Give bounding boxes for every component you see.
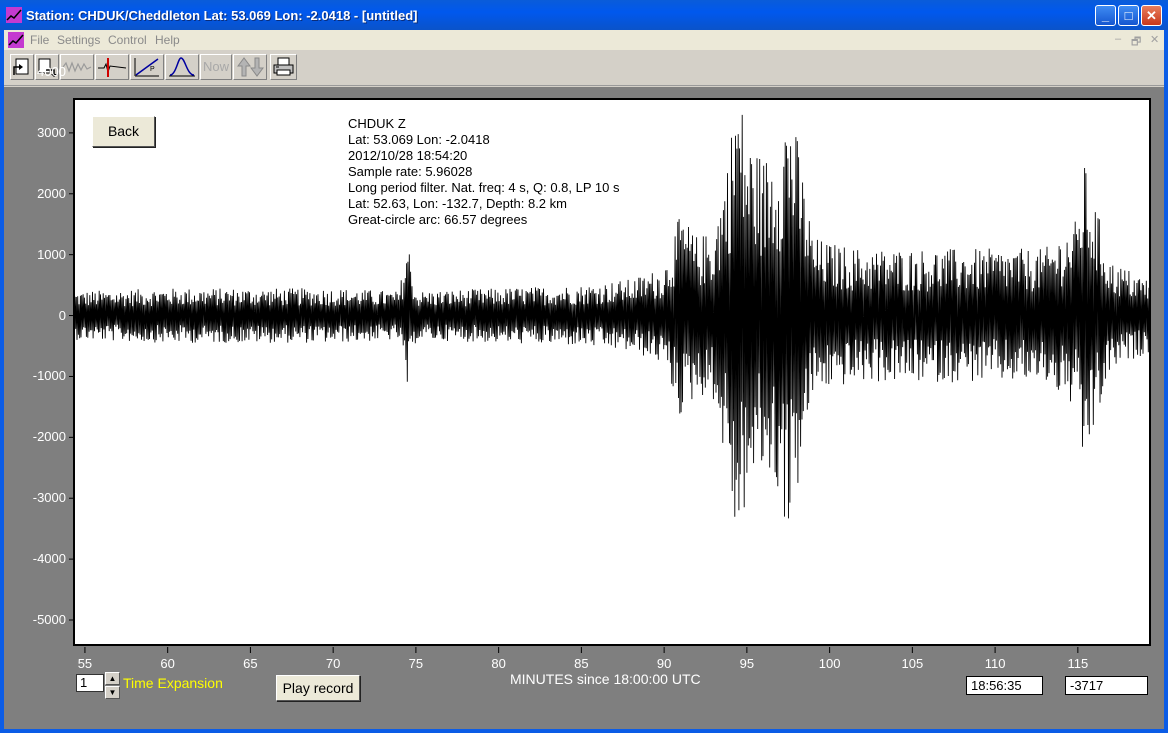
- x-axis-label: MINUTES since 18:00:00 UTC: [510, 671, 701, 687]
- window-title: Station: CHDUK/Cheddleton Lat: 53.069 Lo…: [26, 8, 418, 23]
- time-expansion-label: Time Expansion: [123, 675, 223, 691]
- info-line: Lat: 52.63, Lon: -132.7, Depth: 8.2 km: [348, 196, 567, 211]
- amplitude-readout: -3717: [1065, 676, 1148, 695]
- info-line: 2012/10/28 18:54:20: [348, 148, 468, 163]
- now-button[interactable]: Now: [200, 54, 232, 80]
- maximize-button[interactable]: □: [1118, 5, 1139, 26]
- back-button[interactable]: Back: [92, 116, 155, 147]
- spectrum-peak-button[interactable]: [165, 54, 199, 80]
- play-record-button[interactable]: Play record: [276, 675, 360, 701]
- app-window: Station: CHDUK/Cheddleton Lat: 53.069 Lo…: [0, 0, 1168, 733]
- spectrum-peak-icon: [169, 57, 195, 77]
- pick-marker-icon: [98, 58, 127, 77]
- app-icon: [6, 7, 22, 23]
- menu-settings[interactable]: Settings: [57, 33, 100, 47]
- svg-text:P: P: [150, 66, 155, 73]
- time-expansion-input[interactable]: 1: [76, 674, 104, 692]
- mdi-close-button[interactable]: ✕: [1150, 33, 1159, 46]
- x-tick-label: 80: [491, 656, 506, 671]
- minimize-button[interactable]: _: [1095, 5, 1116, 26]
- scroll-updown-icon: [237, 57, 264, 77]
- info-line: Lat: 53.069 Lon: -2.0418: [348, 132, 490, 147]
- slope-plot-button[interactable]: P: [130, 54, 164, 80]
- x-tick-label: 55: [77, 656, 93, 671]
- slope-plot-icon: P: [134, 58, 159, 77]
- y-tick-label: 2000: [37, 185, 66, 201]
- y-tick-label: 4000: [37, 64, 66, 79]
- scroll-updown-button[interactable]: [233, 54, 267, 80]
- info-line: Long period filter. Nat. freq: 4 s, Q: 0…: [348, 180, 620, 195]
- y-tick-label: 0: [58, 307, 66, 323]
- pick-marker-button[interactable]: [95, 54, 129, 80]
- info-line: Sample rate: 5.96028: [348, 164, 473, 179]
- spin-up-button[interactable]: ▲: [105, 672, 120, 685]
- x-tick-label: 105: [901, 656, 924, 671]
- close-button[interactable]: ✕: [1141, 5, 1162, 26]
- menu-bar: File Settings Control Help ‒ 🗗 ✕: [4, 30, 1164, 50]
- x-tick-label: 95: [739, 656, 755, 671]
- seismogram-view: 4000 3000 2000 1000 0 -1000 -2000 -3000 -4000 -50…: [4, 64, 1164, 729]
- spin-down-button[interactable]: ▼: [105, 686, 120, 699]
- title-bar[interactable]: Station: CHDUK/Cheddleton Lat: 53.069 Lo…: [0, 0, 1168, 30]
- x-tick-label: 65: [243, 656, 258, 671]
- y-tick-label: -4000: [32, 551, 66, 567]
- x-tick-label: 110: [984, 656, 1006, 671]
- x-tick-label: 85: [574, 656, 589, 671]
- x-tick-label: 100: [818, 656, 841, 671]
- seismogram-trace: [74, 114, 1150, 519]
- y-tick-label: 1000: [37, 246, 66, 262]
- print-button[interactable]: [270, 54, 297, 80]
- y-tick-label: -2000: [32, 429, 66, 445]
- x-tick-label: 90: [656, 656, 672, 671]
- menu-file[interactable]: File: [30, 33, 49, 47]
- menu-control[interactable]: Control: [108, 33, 147, 47]
- toolbar: P Now: [4, 50, 1164, 86]
- document-icon[interactable]: [8, 32, 24, 48]
- printer-icon: [273, 57, 294, 76]
- x-tick-label: 75: [408, 656, 424, 671]
- window-client: File Settings Control Help ‒ 🗗 ✕ P Now 4…: [4, 30, 1164, 729]
- y-tick-label: 3000: [37, 124, 66, 140]
- mdi-minimize-button[interactable]: ‒: [1115, 33, 1121, 45]
- y-tick-label: -1000: [32, 368, 66, 384]
- time-readout: 18:56:35: [966, 676, 1043, 695]
- menu-help[interactable]: Help: [155, 33, 180, 47]
- y-tick-label: -3000: [32, 490, 66, 506]
- x-tick-label: 60: [160, 656, 175, 671]
- x-tick-label: 70: [325, 656, 341, 671]
- info-line: Great-circle arc: 66.57 degrees: [348, 212, 528, 227]
- y-tick-label: -5000: [32, 612, 66, 627]
- info-line: CHDUK Z: [348, 116, 406, 131]
- x-tick-label: 115: [1067, 656, 1089, 671]
